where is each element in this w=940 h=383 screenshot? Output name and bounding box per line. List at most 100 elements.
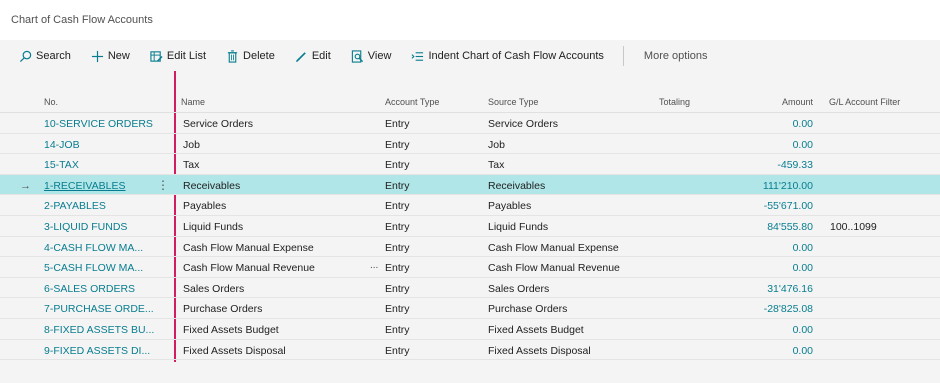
current-row-arrow-icon: → [20,179,31,192]
cell-amount[interactable]: 0.00 [793,118,813,130]
cell-overflow-button[interactable]: ... [370,260,378,271]
table-row[interactable]: 9-FIXED ASSETS DI... Fixed Assets Disposa… [0,340,940,361]
cell-account-no[interactable]: 7-PURCHASE ORDE... [44,303,154,315]
indent-label: Indent Chart of Cash Flow Accounts [428,50,604,62]
cell-account-no[interactable]: 10-SERVICE ORDERS [44,118,153,130]
table-row[interactable]: 15-TAX Tax Entry Tax -459.33 [0,154,940,175]
cell-account-no[interactable]: 6-SALES ORDERS [44,283,135,295]
cell-name: Payables [183,200,227,213]
table-row[interactable]: 2-PAYABLES Payables Entry Payables -55'671.0… [0,195,940,216]
cell-amount[interactable]: 0.00 [793,345,813,357]
cell-account-type: Entry [385,262,410,275]
cell-source-type: Liquid Funds [488,220,549,233]
cell-name: Liquid Funds [183,220,244,233]
cell-account-no[interactable]: 4-CASH FLOW MA... [44,242,143,254]
cell-amount[interactable]: 0.00 [793,262,813,274]
table-row[interactable]: 7-PURCHASE ORDE... Purchase Orders Entry Pu… [0,298,940,319]
cell-account-no[interactable]: 14-JOB [44,139,80,151]
search-button[interactable]: Search [19,44,71,68]
cell-name: Job [183,138,200,151]
cell-account-type: Entry [385,282,410,295]
column-header-amount[interactable]: Amount [782,97,813,107]
row-actions-button[interactable]: ⋮ [157,178,169,192]
cell-name: Cash Flow Manual Revenue [183,262,315,275]
cell-account-no[interactable]: 8-FIXED ASSETS BU... [44,324,154,336]
indent-button[interactable]: Indent Chart of Cash Flow Accounts [411,44,604,68]
delete-label: Delete [243,50,275,62]
cell-name: Cash Flow Manual Expense [183,241,314,254]
cell-amount[interactable]: 31'476.16 [767,283,813,295]
cell-account-type: Entry [385,179,410,192]
cell-source-type: Purchase Orders [488,303,568,316]
cell-amount[interactable]: -55'671.00 [764,200,813,212]
table-row[interactable]: 6-SALES ORDERS Sales Orders Entry Sales Ord… [0,278,940,299]
cell-account-type: Entry [385,200,410,213]
cell-account-type: Entry [385,220,410,233]
cell-source-type: Cash Flow Manual Expense [488,241,619,254]
indent-icon [411,50,424,63]
cell-amount[interactable]: 111'210.00 [763,180,813,192]
delete-button[interactable]: Delete [226,44,275,68]
page-title: Chart of Cash Flow Accounts [11,14,153,26]
cell-source-type: Sales Orders [488,282,550,295]
cell-account-type: Entry [385,118,410,130]
more-options-button[interactable]: More options [644,50,708,62]
table-row[interactable]: 5-CASH FLOW MA... Cash Flow Manual Revenu… [0,257,940,278]
table-row[interactable]: 8-FIXED ASSETS BU... Fixed Assets Budget E… [0,319,940,340]
cell-name: Service Orders [183,118,254,130]
edit-list-label: Edit List [166,50,207,62]
column-header-name[interactable]: Name [181,97,205,107]
cell-name: Tax [183,159,200,172]
edit-button[interactable]: Edit [295,44,331,68]
cell-account-type: Entry [385,344,410,357]
cell-amount[interactable]: 84'555.80 [767,221,813,233]
trash-icon [226,49,239,63]
column-header-account-type[interactable]: Account Type [385,97,439,107]
search-label: Search [36,50,71,62]
cell-amount[interactable]: 0.00 [793,139,813,151]
cell-account-no[interactable]: 2-PAYABLES [44,200,106,212]
table-row[interactable]: 3-LIQUID FUNDS Liquid Funds Entry Liquid Fu… [0,216,940,237]
cell-amount[interactable]: -459.33 [777,159,813,171]
cell-account-no[interactable]: 9-FIXED ASSETS DI... [44,345,150,357]
cell-account-no[interactable]: 1-RECEIVABLES [44,180,126,192]
accounts-table: No. Name Account Type Source Type Totali… [0,87,940,361]
cell-source-type: Cash Flow Manual Revenue [488,262,620,275]
cell-source-type: Receivables [488,179,546,192]
table-row[interactable]: → ⋮ 1-RECEIVABLES Receivables Entry Receivabl… [0,174,940,196]
cell-amount[interactable]: 0.00 [793,242,813,254]
cell-account-no[interactable]: 15-TAX [44,159,79,171]
cell-account-type: Entry [385,159,410,172]
column-header-gl-filter[interactable]: G/L Account Filter [829,97,900,107]
cell-name: Fixed Assets Budget [183,323,279,336]
cell-account-type: Entry [385,138,410,151]
cell-gl-filter: 100..1099 [830,220,877,233]
cell-account-no[interactable]: 5-CASH FLOW MA... [44,262,143,274]
table-header: No. Name Account Type Source Type Totali… [0,87,940,113]
column-header-source-type[interactable]: Source Type [488,97,538,107]
new-label: New [107,50,130,62]
view-button[interactable]: View [351,44,392,68]
cell-name: Receivables [183,179,241,192]
edit-list-button[interactable]: Edit List [150,44,206,68]
column-header-no[interactable]: No. [44,97,58,107]
column-header-totaling[interactable]: Totaling [659,97,690,107]
cell-account-no[interactable]: 3-LIQUID FUNDS [44,221,127,233]
view-icon [351,49,364,63]
cell-amount[interactable]: 0.00 [793,324,813,336]
search-icon [19,50,32,63]
action-bar: Search New Edit List Delete Edit View In… [0,40,940,72]
table-body: 10-SERVICE ORDERS Service Orders Entry Serv… [0,113,940,361]
table-row[interactable]: 14-JOB Job Entry Job 0.00 [0,134,940,155]
cell-account-type: Entry [385,303,410,316]
view-label: View [367,50,392,62]
table-row[interactable]: 4-CASH FLOW MA... Cash Flow Manual Expens… [0,237,940,258]
pencil-icon [295,50,308,63]
cell-amount[interactable]: -28'825.08 [764,303,813,315]
new-button[interactable]: New [91,44,130,68]
cell-name: Purchase Orders [183,303,263,316]
cell-name: Sales Orders [183,282,245,295]
edit-label: Edit [311,50,331,62]
table-row[interactable]: 10-SERVICE ORDERS Service Orders Entry Serv… [0,113,940,134]
cell-source-type: Job [488,138,505,151]
